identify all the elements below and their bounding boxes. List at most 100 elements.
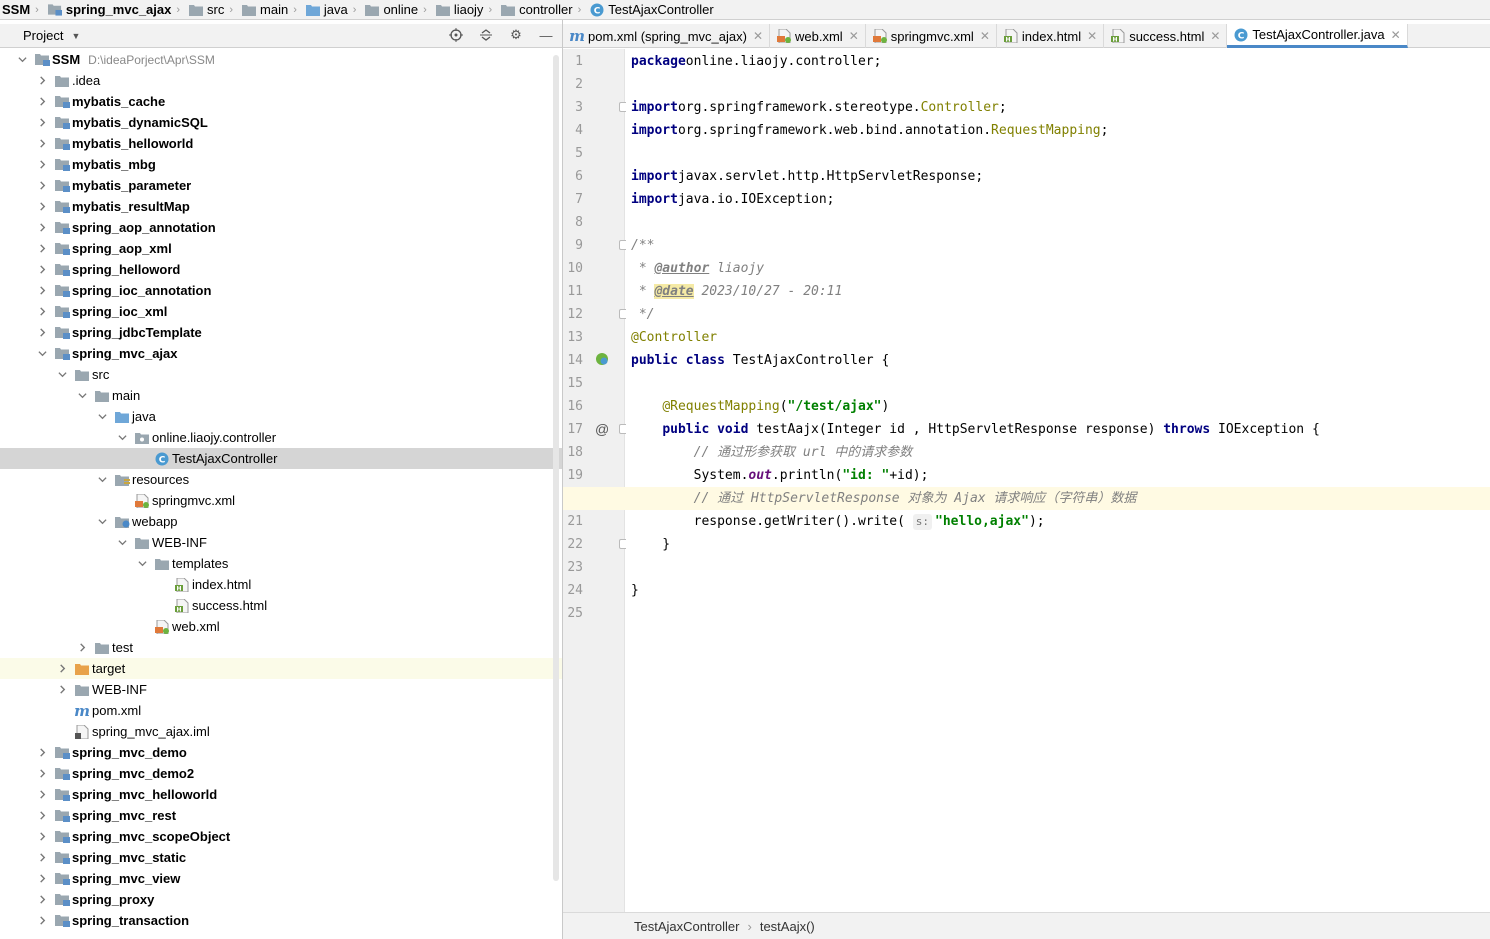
project-panel-title[interactable]: Project: [23, 28, 63, 43]
chevron-right-icon[interactable]: [36, 75, 48, 87]
code-line[interactable]: /**: [631, 234, 1490, 257]
chevron-right-icon[interactable]: [36, 117, 48, 129]
chevron-right-icon[interactable]: [36, 243, 48, 255]
chevron-right-icon[interactable]: [36, 831, 48, 843]
chevron-right-icon[interactable]: [36, 894, 48, 906]
code-line[interactable]: [631, 211, 1490, 234]
tree-item[interactable]: spring_jdbcTemplate: [0, 322, 562, 343]
editor-tab[interactable]: springmvc.xml ✕: [866, 24, 997, 48]
close-icon[interactable]: ✕: [1210, 29, 1220, 43]
tree-item[interactable]: spring_mvc_demo: [0, 742, 562, 763]
chevron-down-icon[interactable]: [96, 516, 108, 528]
tree-item[interactable]: spring_helloword: [0, 259, 562, 280]
code-line[interactable]: [631, 142, 1490, 165]
tree-item[interactable]: C TestAjaxController: [0, 448, 562, 469]
breadcrumb-item[interactable]: src: [183, 0, 226, 19]
chevron-right-icon[interactable]: [36, 747, 48, 759]
editor-tab[interactable]: Hsuccess.html ✕: [1104, 24, 1228, 48]
tree-item[interactable]: .idea: [0, 70, 562, 91]
chevron-right-icon[interactable]: [36, 810, 48, 822]
tree-item[interactable]: spring_transaction: [0, 910, 562, 931]
tree-item[interactable]: java: [0, 406, 562, 427]
close-icon[interactable]: ✕: [980, 29, 990, 43]
tree-item[interactable]: Hsuccess.html: [0, 595, 562, 616]
tree-item[interactable]: spring_aop_xml: [0, 238, 562, 259]
close-icon[interactable]: ✕: [849, 29, 859, 43]
spring-bean-icon[interactable]: [595, 352, 609, 369]
tree-item[interactable]: mybatis_parameter: [0, 175, 562, 196]
tree-item[interactable]: Hindex.html: [0, 574, 562, 595]
chevron-right-icon[interactable]: [36, 768, 48, 780]
code-line[interactable]: importorg.springframework.stereotype.Con…: [631, 96, 1490, 119]
tree-item[interactable]: online.liaojy.controller: [0, 427, 562, 448]
chevron-down-icon[interactable]: [96, 411, 108, 423]
tree-item[interactable]: springmvc.xml: [0, 490, 562, 511]
chevron-right-icon[interactable]: [36, 138, 48, 150]
footer-class-crumb[interactable]: TestAjaxController: [634, 919, 740, 934]
chevron-down-icon[interactable]: [36, 348, 48, 360]
chevron-right-icon[interactable]: [76, 642, 88, 654]
code-line[interactable]: * @date 2023/10/27 - 20:11: [631, 280, 1490, 303]
chevron-right-icon[interactable]: [36, 96, 48, 108]
footer-method-crumb[interactable]: testAajx(): [760, 919, 815, 934]
locate-icon[interactable]: [448, 27, 464, 43]
chevron-right-icon[interactable]: [36, 852, 48, 864]
chevron-down-icon[interactable]: [116, 537, 128, 549]
code-line[interactable]: // 通过 HttpServletResponse 对象为 Ajax 请求响应（…: [563, 487, 1490, 510]
code-line[interactable]: System.out.println("id: "+id);: [631, 464, 1490, 487]
code-line[interactable]: importjava.io.IOException;: [631, 188, 1490, 211]
tree-item[interactable]: templates: [0, 553, 562, 574]
tree-item[interactable]: m pom.xml: [0, 700, 562, 721]
tree-scrollbar[interactable]: [553, 55, 559, 881]
tree-item[interactable]: spring_proxy: [0, 889, 562, 910]
chevron-right-icon[interactable]: [36, 306, 48, 318]
editor-tab[interactable]: Hindex.html ✕: [997, 24, 1105, 48]
breadcrumb-item[interactable]: main: [236, 0, 290, 19]
chevron-down-icon[interactable]: [116, 432, 128, 444]
tree-item[interactable]: WEB-INF: [0, 532, 562, 553]
chevron-down-icon[interactable]: [96, 474, 108, 486]
tree-item[interactable]: spring_mvc_view: [0, 868, 562, 889]
code-line[interactable]: @RequestMapping("/test/ajax"): [631, 395, 1490, 418]
at-icon[interactable]: @: [595, 421, 609, 437]
tree-item[interactable]: spring_ioc_xml: [0, 301, 562, 322]
tree-item[interactable]: mybatis_mbg: [0, 154, 562, 175]
breadcrumb-item[interactable]: controller: [495, 0, 574, 19]
tree-item[interactable]: mybatis_resultMap: [0, 196, 562, 217]
tree-item[interactable]: target: [0, 658, 562, 679]
tree-item[interactable]: test: [0, 637, 562, 658]
code-line[interactable]: // 通过形参获取 url 中的请求参数: [631, 441, 1490, 464]
chevron-right-icon[interactable]: [36, 264, 48, 276]
tree-item[interactable]: mybatis_dynamicSQL: [0, 112, 562, 133]
chevron-right-icon[interactable]: [56, 684, 68, 696]
code-line[interactable]: importjavax.servlet.http.HttpServletResp…: [631, 165, 1490, 188]
tree-item[interactable]: webapp: [0, 511, 562, 532]
tree-item[interactable]: src: [0, 364, 562, 385]
code-line[interactable]: }: [631, 579, 1490, 602]
tree-item[interactable]: mybatis_cache: [0, 91, 562, 112]
breadcrumb-item[interactable]: C TestAjaxController: [584, 0, 716, 19]
breadcrumb-item[interactable]: spring_mvc_ajax: [42, 0, 174, 19]
tree-item[interactable]: mybatis_helloworld: [0, 133, 562, 154]
chevron-right-icon[interactable]: [36, 789, 48, 801]
tree-item[interactable]: spring_mvc_static: [0, 847, 562, 868]
chevron-right-icon[interactable]: [36, 327, 48, 339]
tree-item[interactable]: spring_ioc_annotation: [0, 280, 562, 301]
tree-item[interactable]: SSM D:\ideaPorject\Apr\SSM: [0, 49, 562, 70]
editor-tab[interactable]: C TestAjaxController.java ✕: [1227, 24, 1408, 48]
tree-item[interactable]: spring_mvc_scopeObject: [0, 826, 562, 847]
chevron-right-icon[interactable]: [36, 159, 48, 171]
chevron-down-icon[interactable]: [76, 390, 88, 402]
code-line[interactable]: packageonline.liaojy.controller;: [631, 50, 1490, 73]
code-line[interactable]: public void testAajx(Integer id , HttpSe…: [631, 418, 1490, 441]
chevron-right-icon[interactable]: [36, 285, 48, 297]
close-icon[interactable]: ✕: [753, 29, 763, 43]
breadcrumb-item[interactable]: liaojy: [430, 0, 486, 19]
chevron-right-icon[interactable]: [36, 915, 48, 927]
tree-item[interactable]: spring_mvc_demo2: [0, 763, 562, 784]
gear-icon[interactable]: ⚙: [508, 27, 524, 43]
tree-item[interactable]: web.xml: [0, 616, 562, 637]
code-line[interactable]: @Controller: [631, 326, 1490, 349]
tree-item[interactable]: main: [0, 385, 562, 406]
tree-item[interactable]: spring_aop_annotation: [0, 217, 562, 238]
